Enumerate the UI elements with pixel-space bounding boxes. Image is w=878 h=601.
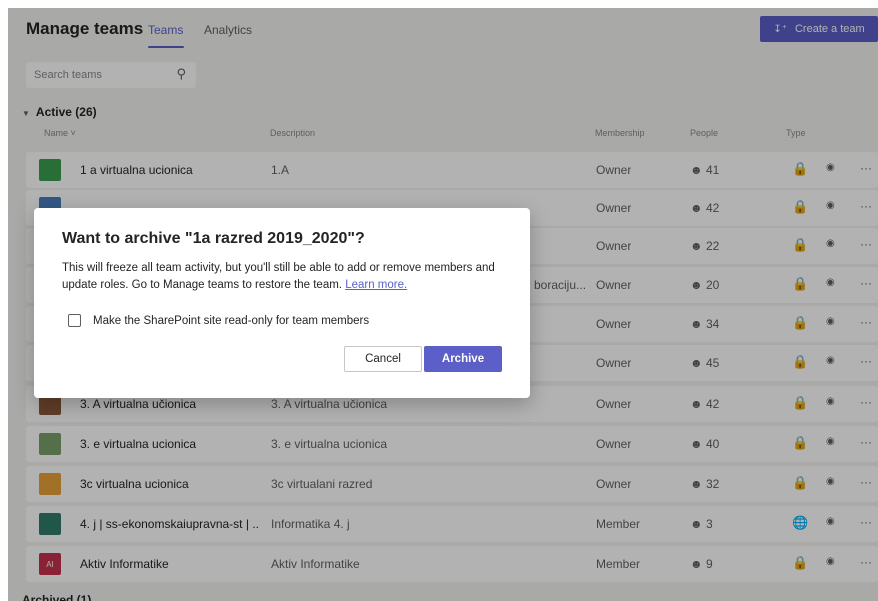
readonly-checkbox[interactable] [68,314,81,327]
readonly-checkbox-label: Make the SharePoint site read-only for t… [93,314,370,327]
cancel-button[interactable]: Cancel [344,346,422,372]
dialog-title: Want to archive "1a razred 2019_2020"? [62,230,365,247]
readonly-checkbox-row[interactable]: Make the SharePoint site read-only for t… [68,314,369,327]
dialog-body: This will freeze all team activity, but … [62,260,522,294]
dialog-body-text: This will freeze all team activity, but … [62,262,495,291]
archive-button[interactable]: Archive [424,346,502,372]
archive-dialog: Want to archive "1a razred 2019_2020"? T… [34,208,530,398]
learn-more-link[interactable]: Learn more. [345,279,407,291]
